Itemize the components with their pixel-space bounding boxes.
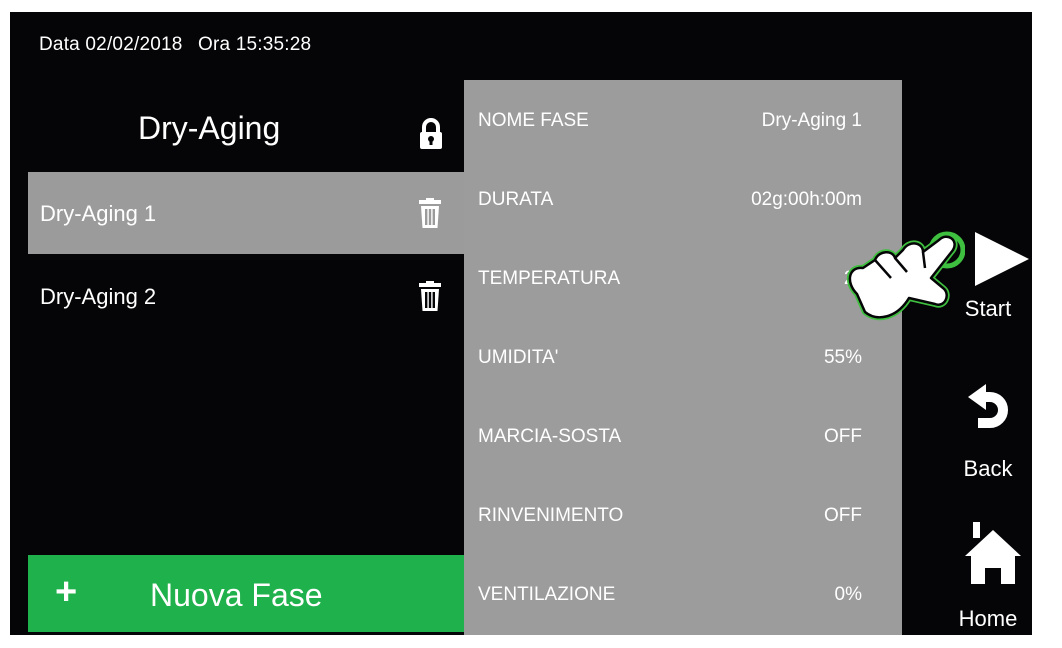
param-name: NOME FASE [478, 110, 589, 131]
touch-screen: Data 02/02/2018 Ora 15:35:28 Dry-Aging D… [10, 12, 1032, 635]
phase-item-dry-aging-2[interactable]: Dry-Aging 2 [28, 255, 464, 337]
param-row-rinvenimento[interactable]: RINVENIMENTO OFF [464, 475, 902, 554]
phase-label: Dry-Aging 1 [40, 201, 157, 226]
touch-hand-icon [835, 222, 966, 337]
param-value: 55% [823, 347, 862, 368]
home-icon [965, 522, 1021, 589]
plus-icon: + [55, 571, 78, 613]
param-name: DURATA [478, 189, 554, 210]
param-name: TEMPERATURA [478, 268, 621, 289]
param-value: OFF [824, 505, 862, 526]
program-title: Dry-Aging [138, 110, 281, 146]
time-label: Ora 15:35:28 [198, 34, 312, 55]
param-name: UMIDITA' [478, 347, 559, 368]
param-value: 0% [834, 584, 862, 605]
status-bar: Data 02/02/2018 Ora 15:35:28 [39, 34, 311, 56]
trash-icon[interactable] [417, 198, 443, 233]
phase-label: Dry-Aging 2 [40, 284, 157, 309]
new-phase-label: Nuova Fase [150, 577, 323, 613]
phase-parameters-panel: NOME FASE Dry-Aging 1 DURATA 02g:00h:00m… [464, 80, 902, 635]
date-label: Data 02/02/2018 [39, 34, 183, 55]
param-value: 02g:00h:00m [751, 189, 862, 210]
trash-icon[interactable] [417, 281, 443, 316]
param-name: MARCIA-SOSTA [478, 426, 622, 447]
new-phase-button[interactable]: + Nuova Fase [28, 555, 464, 632]
back-label: Back [963, 456, 1013, 481]
lock-icon[interactable] [418, 118, 444, 155]
param-row-ventilazione[interactable]: VENTILAZIONE 0% [464, 554, 902, 633]
phase-item-dry-aging-1[interactable]: Dry-Aging 1 [28, 172, 464, 254]
back-arrow-icon [968, 384, 1008, 437]
param-name: RINVENIMENTO [478, 505, 624, 526]
play-icon [971, 230, 1031, 293]
param-row-marcia-sosta[interactable]: MARCIA-SOSTA OFF [464, 396, 902, 475]
program-header: Dry-Aging [28, 90, 464, 184]
param-value: Dry-Aging 1 [761, 110, 862, 131]
home-button[interactable]: Home [943, 522, 1032, 635]
param-name: VENTILAZIONE [478, 584, 616, 605]
back-button[interactable]: Back [943, 380, 1032, 490]
param-value: OFF [824, 426, 862, 447]
home-label: Home [958, 606, 1018, 631]
param-row-nome-fase[interactable]: NOME FASE Dry-Aging 1 [464, 80, 902, 159]
